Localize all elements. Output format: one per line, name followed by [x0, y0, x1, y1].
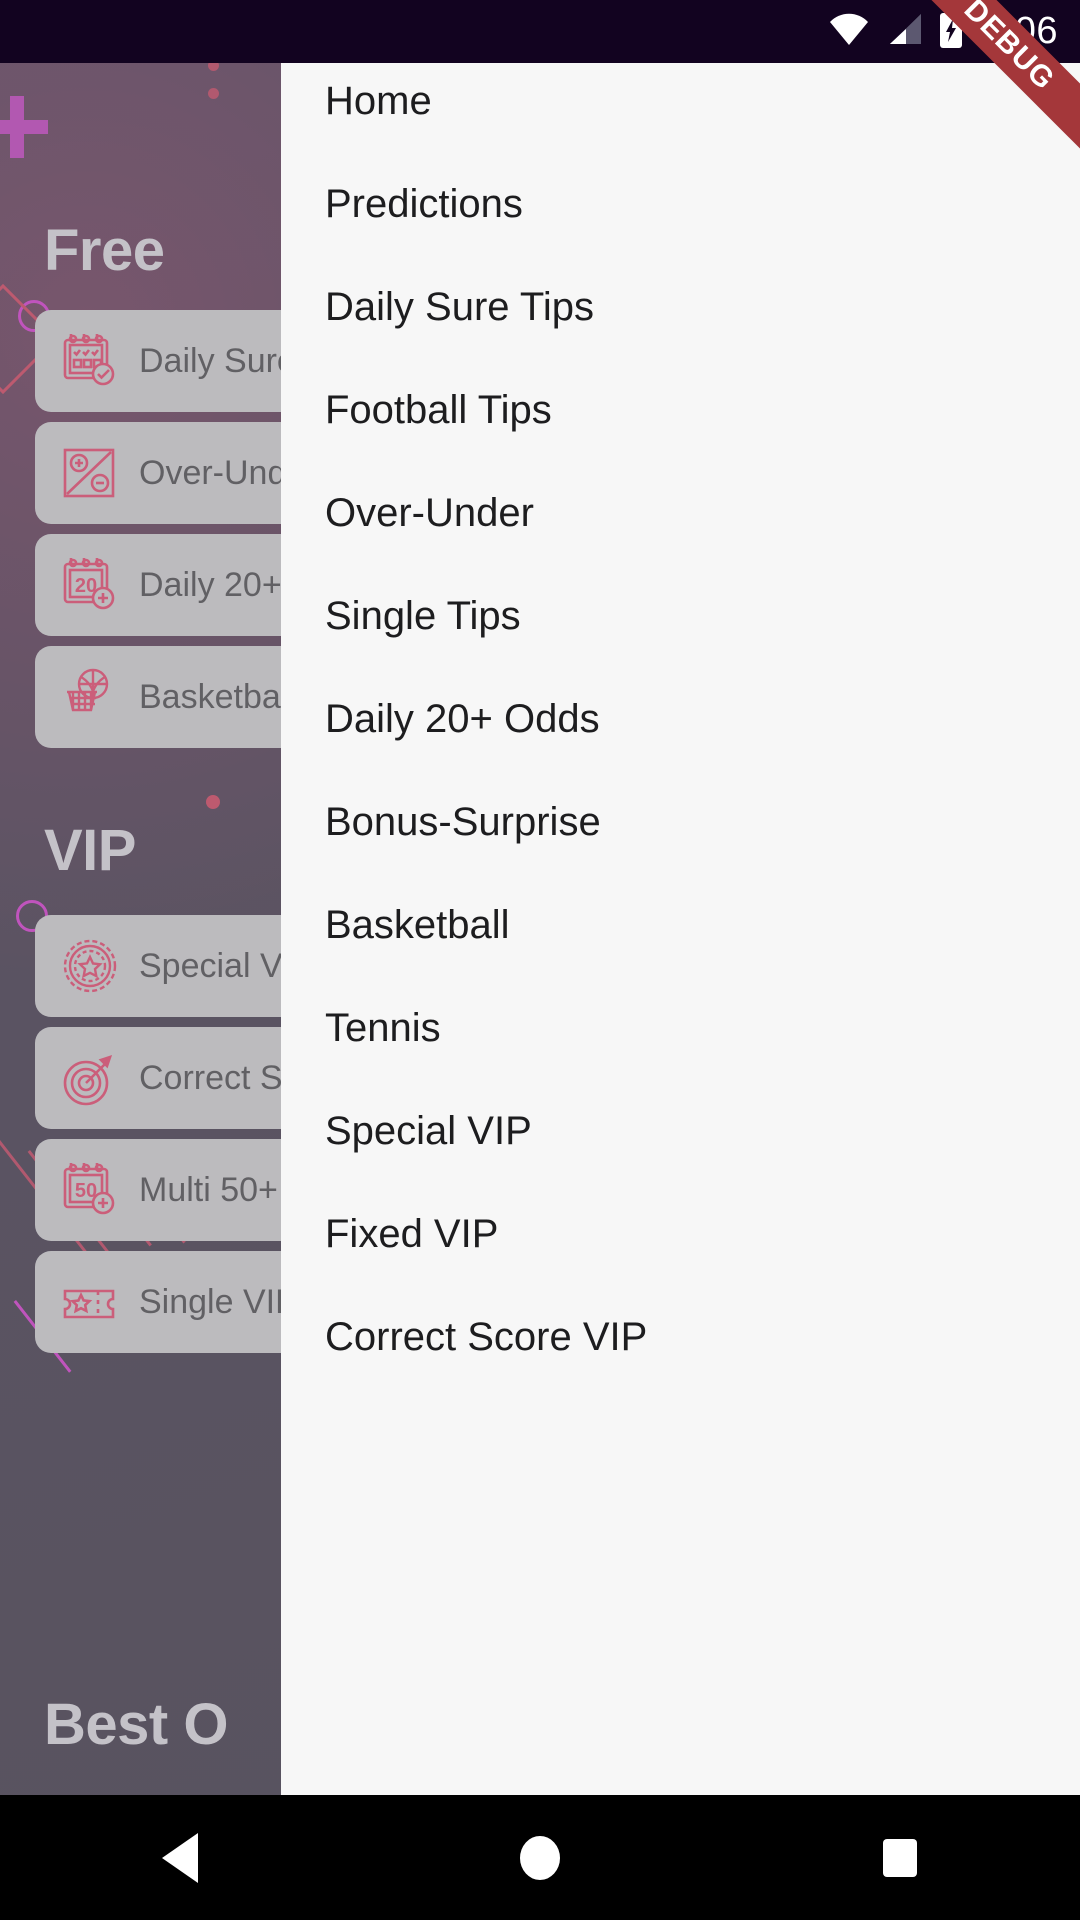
- section-heading-free: Free: [44, 218, 165, 283]
- decorative-plus-icon: [0, 96, 48, 158]
- basketball-hoop-icon: [57, 664, 123, 730]
- ticket-star-icon: [57, 1269, 123, 1335]
- drawer-item-basketball[interactable]: Basketball: [281, 873, 1080, 976]
- calendar-20-plus-icon: 20: [57, 552, 123, 618]
- drawer-item-label: Fixed VIP: [325, 1211, 499, 1256]
- drawer-item-label: Tennis: [325, 1005, 441, 1050]
- drawer-item-bonus-surprise[interactable]: Bonus-Surprise: [281, 770, 1080, 873]
- android-navigation-bar: [0, 1795, 1080, 1920]
- drawer-item-football-tips[interactable]: Football Tips: [281, 358, 1080, 461]
- drawer-item-label: Predictions: [325, 181, 523, 226]
- drawer-item-label: Over-Under: [325, 490, 534, 535]
- drawer-item-over-under[interactable]: Over-Under: [281, 461, 1080, 564]
- square-recents-icon: [883, 1838, 917, 1877]
- nav-home-button[interactable]: [360, 1795, 720, 1920]
- drawer-item-daily-sure-tips[interactable]: Daily Sure Tips: [281, 255, 1080, 358]
- section-heading-vip: VIP: [44, 818, 137, 883]
- app-card-label: Single VIP: [139, 1282, 298, 1321]
- wifi-icon: [828, 12, 870, 51]
- drawer-item-home[interactable]: Home: [281, 63, 1080, 152]
- triangle-back-icon: [162, 1832, 198, 1883]
- drawer-item-label: Daily Sure Tips: [325, 284, 594, 329]
- section-heading-best-odds: Best O: [44, 1692, 228, 1757]
- nav-recents-button[interactable]: [720, 1795, 1080, 1920]
- app-card-label: Basketball: [139, 677, 296, 716]
- drawer-item-label: Daily 20+ Odds: [325, 696, 600, 741]
- phone-screen: Free Daily Sure Tips Over-Under 20 Daily…: [0, 0, 1080, 1920]
- drawer-item-daily-20-odds[interactable]: Daily 20+ Odds: [281, 667, 1080, 770]
- drawer-item-special-vip[interactable]: Special VIP: [281, 1079, 1080, 1182]
- drawer-item-label: Basketball: [325, 902, 510, 947]
- target-dart-icon: [57, 1045, 123, 1111]
- drawer-item-label: Single Tips: [325, 593, 521, 638]
- nav-back-button[interactable]: [0, 1795, 360, 1920]
- drawer-item-label: Special VIP: [325, 1108, 532, 1153]
- cellular-signal-icon: [884, 12, 924, 51]
- drawer-item-correct-score-vip[interactable]: Correct Score VIP: [281, 1285, 1080, 1388]
- navigation-drawer: Home Predictions Daily Sure Tips Football T…: [281, 63, 1080, 1795]
- drawer-item-label: Bonus-Surprise: [325, 799, 601, 844]
- drawer-item-label: Football Tips: [325, 387, 552, 432]
- drawer-item-single-tips[interactable]: Single Tips: [281, 564, 1080, 667]
- drawer-item-fixed-vip[interactable]: Fixed VIP: [281, 1182, 1080, 1285]
- circle-home-icon: [520, 1835, 560, 1880]
- calendar-check-icon: [57, 328, 123, 394]
- drawer-item-predictions[interactable]: Predictions: [281, 152, 1080, 255]
- drawer-item-label: Correct Score VIP: [325, 1314, 648, 1359]
- badge-star-icon: [57, 933, 123, 999]
- over-under-icon: [57, 440, 123, 506]
- drawer-item-label: Home: [325, 78, 432, 123]
- status-bar: 9:06: [0, 0, 1080, 63]
- drawer-item-tennis[interactable]: Tennis: [281, 976, 1080, 1079]
- decorative-dot-icon: [206, 795, 220, 809]
- decorative-dot: [208, 88, 219, 99]
- calendar-50-plus-icon: 50: [57, 1157, 123, 1223]
